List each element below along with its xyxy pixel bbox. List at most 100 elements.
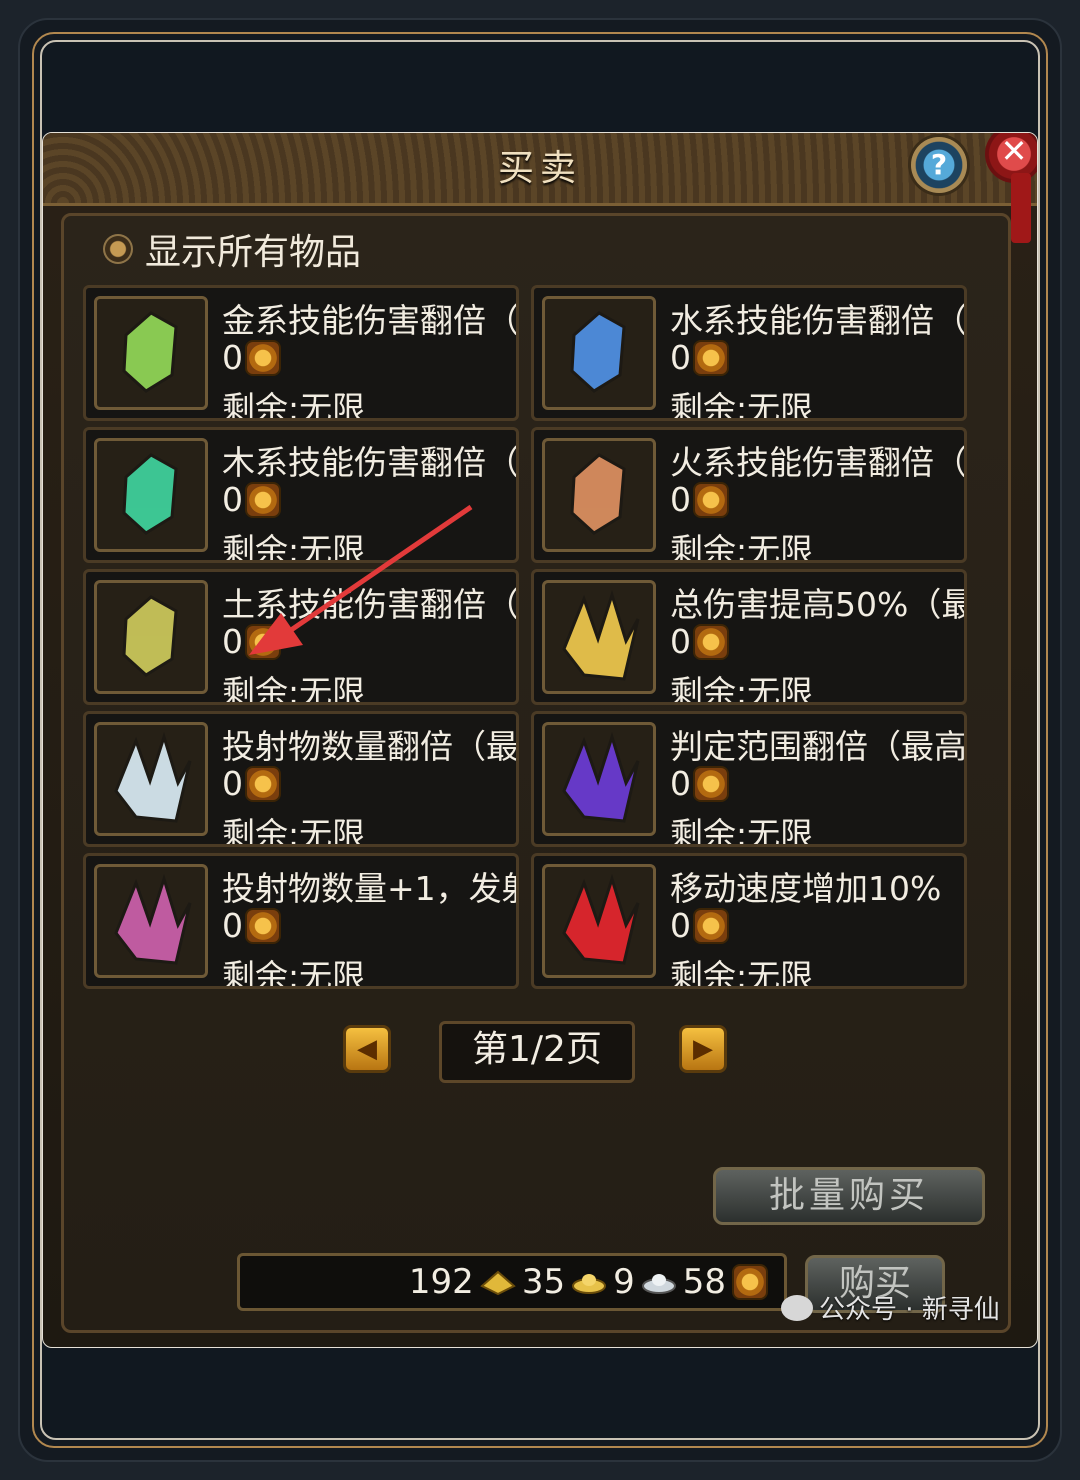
item-card[interactable]: 总伤害提高50%（最 0 剩余:无限 <box>531 569 967 705</box>
item-icon-box <box>542 864 656 978</box>
item-card[interactable]: 土系技能伤害翻倍（ 0 剩余:无限 <box>83 569 519 705</box>
item-price: 0 <box>670 338 729 377</box>
teal-gem-icon <box>122 453 178 535</box>
item-name: 投射物数量翻倍（最 <box>222 727 519 766</box>
wechat-icon <box>781 1294 813 1321</box>
item-remaining: 剩余:无限 <box>222 815 366 847</box>
item-icon-box <box>94 722 208 836</box>
prev-page-button[interactable]: ◀ <box>343 1025 391 1073</box>
purple-crystal-icon <box>562 731 640 823</box>
coin-icon <box>245 765 281 802</box>
item-icon-box <box>94 296 208 410</box>
item-grid: 金系技能伤害翻倍（ 0 剩余:无限 水系技能伤害翻倍（ 0 剩余:无限 木系技能… <box>83 285 999 989</box>
item-name: 土系技能伤害翻倍（ <box>222 585 519 624</box>
bulk-buy-button[interactable]: 批量购买 <box>713 1167 985 1225</box>
coin-amount: 58 <box>682 1262 726 1302</box>
item-remaining: 剩余:无限 <box>670 531 814 563</box>
yuanbao-amount: 35 <box>521 1262 566 1302</box>
window-title: 买卖 <box>497 148 582 189</box>
item-card[interactable]: 水系技能伤害翻倍（ 0 剩余:无限 <box>531 285 967 421</box>
red-ribbon-decoration <box>1011 173 1031 243</box>
red-crystal-icon <box>562 873 640 965</box>
coin-icon <box>693 623 729 660</box>
arrow-left-icon: ◀ <box>357 1034 377 1064</box>
item-remaining: 剩余:无限 <box>670 815 814 847</box>
item-remaining: 剩余:无限 <box>222 389 366 421</box>
item-card[interactable]: 金系技能伤害翻倍（ 0 剩余:无限 <box>83 285 519 421</box>
help-button[interactable]: ? <box>911 137 967 193</box>
item-price: 0 <box>222 906 281 945</box>
filter-label: 显示所有物品 <box>145 232 362 273</box>
item-price: 0 <box>222 338 281 377</box>
item-card[interactable]: 投射物数量翻倍（最 0 剩余:无限 <box>83 711 519 847</box>
price-value: 0 <box>222 338 243 377</box>
gold-amount: 192 <box>408 1262 474 1302</box>
coin-icon <box>245 907 281 944</box>
item-price: 0 <box>222 480 281 519</box>
item-name: 金系技能伤害翻倍（ <box>222 301 519 340</box>
item-card[interactable]: 判定范围翻倍（最高 0 剩余:无限 <box>531 711 967 847</box>
item-name: 投射物数量+1，发射 <box>222 869 519 908</box>
item-card[interactable]: 移动速度增加10%（ 0 剩余:无限 <box>531 853 967 989</box>
item-name: 总伤害提高50%（最 <box>670 585 967 624</box>
item-price: 0 <box>670 764 729 803</box>
item-name: 移动速度增加10%（ <box>670 869 967 908</box>
item-remaining: 剩余:无限 <box>222 673 366 705</box>
coin-icon <box>693 765 729 802</box>
question-icon: ? <box>930 148 948 181</box>
close-icon: ✕ <box>1000 132 1028 170</box>
item-card[interactable]: 火系技能伤害翻倍（ 0 剩余:无限 <box>531 427 967 563</box>
item-icon-box <box>542 722 656 836</box>
item-remaining: 剩余:无限 <box>222 531 366 563</box>
item-remaining: 剩余:无限 <box>670 957 814 989</box>
title-bar: 买卖 ? ✕ <box>43 133 1037 206</box>
item-icon-box <box>94 580 208 694</box>
price-value: 0 <box>670 480 691 519</box>
orange-gem-icon <box>570 453 626 535</box>
price-value: 0 <box>222 906 243 945</box>
price-value: 0 <box>670 338 691 377</box>
coin-icon <box>245 481 281 518</box>
coin-icon <box>693 907 729 944</box>
pager: ◀ 第1/2页 ▶ <box>343 1021 763 1083</box>
price-value: 0 <box>222 764 243 803</box>
gold-ingot-icon <box>480 1270 516 1296</box>
item-name: 火系技能伤害翻倍（ <box>670 443 967 482</box>
coin-icon <box>693 481 729 518</box>
next-page-button[interactable]: ▶ <box>679 1025 727 1073</box>
trade-window: 买卖 ? ✕ 显示所有物品 金系技能伤害翻倍（ 0 剩余:无限 水系技能伤害翻倍… <box>42 132 1038 1348</box>
coin-icon <box>245 623 281 660</box>
copper-coin-icon <box>732 1264 768 1300</box>
item-price: 0 <box>222 622 281 661</box>
item-price: 0 <box>222 764 281 803</box>
green-gem-icon <box>122 311 178 393</box>
rainbow-crystal-icon <box>114 873 192 965</box>
item-remaining: 剩余:无限 <box>670 389 814 421</box>
price-value: 0 <box>670 622 691 661</box>
item-icon-box <box>542 296 656 410</box>
silver-amount: 9 <box>613 1262 635 1302</box>
item-price: 0 <box>670 622 729 661</box>
item-remaining: 剩余:无限 <box>222 957 366 989</box>
item-card[interactable]: 木系技能伤害翻倍（ 0 剩余:无限 <box>83 427 519 563</box>
price-value: 0 <box>670 906 691 945</box>
item-card[interactable]: 投射物数量+1，发射 0 剩余:无限 <box>83 853 519 989</box>
gold-crystal-icon <box>562 589 640 681</box>
arrow-right-icon: ▶ <box>693 1034 713 1064</box>
item-icon-box <box>542 580 656 694</box>
item-name: 判定范围翻倍（最高 <box>670 727 967 766</box>
radio-icon[interactable] <box>103 234 133 264</box>
price-value: 0 <box>222 480 243 519</box>
item-remaining: 剩余:无限 <box>670 673 814 705</box>
page-indicator: 第1/2页 <box>439 1021 635 1083</box>
price-value: 0 <box>670 764 691 803</box>
blue-gem-icon <box>570 311 626 393</box>
money-bar: 192 35 9 58 <box>237 1253 787 1311</box>
watermark-text: 公众号 · 新寻仙 <box>819 1295 1000 1325</box>
coin-icon <box>245 339 281 376</box>
item-icon-box <box>94 864 208 978</box>
price-value: 0 <box>222 622 243 661</box>
item-icon-box <box>542 438 656 552</box>
show-all-filter[interactable]: 显示所有物品 <box>103 225 361 273</box>
yellow-gem-icon <box>122 595 178 677</box>
